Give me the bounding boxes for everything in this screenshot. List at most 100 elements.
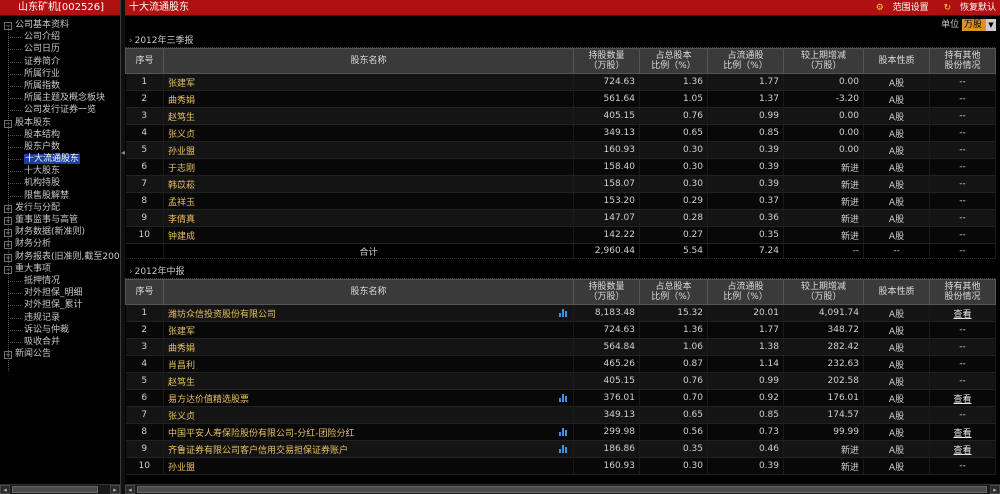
bar-chart-icon[interactable] bbox=[559, 428, 567, 436]
tree-item-top10-float-holders[interactable]: 十大流通股东 bbox=[0, 153, 120, 165]
cell-other-holdings[interactable]: 查看 bbox=[929, 389, 996, 407]
table-row[interactable]: 4 肖昌利 465.26 0.87 1.14 232.63 A股 -- bbox=[125, 355, 996, 373]
table-row[interactable]: 5 孙业盟 160.93 0.30 0.39 0.00 A股 -- bbox=[125, 141, 996, 159]
tree-item-shareholder-count[interactable]: 股东户数 bbox=[0, 141, 120, 153]
table-row[interactable]: 6 于志刚 158.40 0.30 0.39 新进 A股 -- bbox=[125, 158, 996, 176]
table-row[interactable]: 1 张建军 724.63 1.36 1.77 0.00 A股 -- bbox=[125, 73, 996, 91]
tree-group-issuance[interactable]: + 发行与分配 bbox=[0, 202, 120, 214]
col-share-nature-header[interactable]: 股本性质 bbox=[863, 48, 930, 74]
table-row[interactable]: 9 李倩真 147.07 0.28 0.36 新进 A股 -- bbox=[125, 209, 996, 227]
col-holder-name-header[interactable]: 股东名称 bbox=[163, 48, 574, 74]
cell-other-holdings[interactable]: 查看 bbox=[929, 423, 996, 441]
table-row[interactable]: 2 曲秀娟 561.64 1.05 1.37 -3.20 A股 -- bbox=[125, 90, 996, 108]
col-float-pct-header[interactable]: 占流通股 比例（%） bbox=[707, 48, 784, 74]
bar-chart-icon[interactable] bbox=[559, 445, 567, 453]
unit-dropdown[interactable]: 万股 bbox=[962, 18, 986, 31]
unit-selector: 单位 万股 ▼ bbox=[941, 18, 996, 32]
col-float-pct-header[interactable]: 占流通股 比例（%） bbox=[707, 279, 784, 305]
scroll-right-icon[interactable]: ▸ bbox=[990, 485, 1000, 494]
table-row[interactable]: 9 齐鲁证券有限公司客户信用交易担保证券账户 186.86 0.35 0.46 新进 A股查… bbox=[125, 440, 996, 458]
col-other-holdings-header[interactable]: 持有其他 股份情况 bbox=[929, 279, 996, 305]
tree-item-guarantee-detail[interactable]: 对外担保_明细 bbox=[0, 287, 120, 299]
cell-seq: 10 bbox=[125, 226, 164, 244]
tree-item-share-structure[interactable]: 股本结构 bbox=[0, 129, 120, 141]
tree-item-theme-concept[interactable]: 所属主题及概念板块 bbox=[0, 92, 120, 104]
tree-item-industry[interactable]: 所属行业 bbox=[0, 68, 120, 80]
table-row[interactable]: 10 钟建成 142.22 0.27 0.35 新进 A股 -- bbox=[125, 226, 996, 244]
tree-group-management[interactable]: + 董事监事与高管 bbox=[0, 214, 120, 226]
tree-item-top10-holders[interactable]: 十大股东 bbox=[0, 165, 120, 177]
col-seq-header[interactable]: 序号 bbox=[125, 48, 164, 74]
cell-other-holdings[interactable]: 查看 bbox=[929, 304, 996, 322]
main-horizontal-scrollbar[interactable]: ◂ ▸ bbox=[125, 484, 1000, 494]
collapse-arrow-icon[interactable]: › bbox=[129, 267, 133, 277]
tree-group-company-basic[interactable]: − 公司基本资料 bbox=[0, 19, 120, 31]
range-setting-button[interactable]: ⚙ 范围设置 bbox=[870, 3, 929, 13]
table-row[interactable]: 7 韩苡菘 158.07 0.30 0.39 新进 A股 -- bbox=[125, 175, 996, 193]
table-row[interactable]: 10 孙业盟 160.93 0.30 0.39 新进 A股 -- bbox=[125, 457, 996, 475]
tree-group-share-capital[interactable]: − 股本股东 bbox=[0, 117, 120, 129]
tree-group-major-events[interactable]: − 重大事项 bbox=[0, 263, 120, 275]
tree-item-company-calendar[interactable]: 公司日历 bbox=[0, 43, 120, 55]
col-total-pct-header[interactable]: 占总股本 比例（%） bbox=[639, 279, 708, 305]
table-row[interactable]: 8 中国平安人寿保险股份有限公司-分红-团险分红 299.98 0.56 0.73 99.… bbox=[125, 423, 996, 441]
tree-group-news[interactable]: + 新闻公告 bbox=[0, 348, 120, 360]
col-shares-header[interactable]: 持股数量 （万股） bbox=[573, 48, 640, 74]
restore-default-button[interactable]: ↻ 恢复默认 bbox=[938, 3, 996, 13]
table-row[interactable]: 3 赵笃生 405.15 0.76 0.99 0.00 A股 -- bbox=[125, 107, 996, 125]
tree-item-label: 对外担保_累计 bbox=[24, 300, 83, 311]
col-total-pct-header[interactable]: 占总股本 比例（%） bbox=[639, 48, 708, 74]
table-row[interactable]: 7 张义贞 349.13 0.65 0.85 174.57 A股 -- bbox=[125, 406, 996, 424]
expand-icon[interactable]: + bbox=[4, 351, 12, 360]
table-row[interactable]: 2 张建军 724.63 1.36 1.77 348.72 A股 -- bbox=[125, 321, 996, 339]
expand-icon[interactable]: + bbox=[4, 204, 12, 213]
scroll-right-icon[interactable]: ▸ bbox=[110, 485, 120, 494]
scroll-thumb[interactable] bbox=[12, 486, 98, 493]
collapse-icon[interactable]: − bbox=[4, 119, 12, 128]
chevron-down-icon[interactable]: ▼ bbox=[986, 18, 996, 31]
section-title[interactable]: › 2012年中报 bbox=[125, 265, 995, 279]
table-row[interactable]: 1 潍坊众信投资股份有限公司 8,183.48 15.32 20.01 4,091.74 A… bbox=[125, 304, 996, 322]
tree-item-institution-holding[interactable]: 机构持股 bbox=[0, 177, 120, 189]
table-row[interactable]: 8 孟祥玉 153.20 0.29 0.37 新进 A股 -- bbox=[125, 192, 996, 210]
expand-icon[interactable]: + bbox=[4, 253, 12, 262]
expand-icon[interactable]: + bbox=[4, 229, 12, 238]
collapse-arrow-icon[interactable]: › bbox=[129, 36, 133, 46]
col-other-holdings-header[interactable]: 持有其他 股份情况 bbox=[929, 48, 996, 74]
cell-other-holdings[interactable]: 查看 bbox=[929, 440, 996, 458]
col-seq-header[interactable]: 序号 bbox=[125, 279, 164, 305]
left-horizontal-scrollbar[interactable]: ◂ ▸ bbox=[0, 484, 120, 494]
collapse-icon[interactable]: − bbox=[4, 22, 12, 30]
table-row[interactable]: 5 赵笃生 405.15 0.76 0.99 202.58 A股 -- bbox=[125, 372, 996, 390]
tree-item-issued-securities[interactable]: 公司发行证券一览 bbox=[0, 104, 120, 116]
tree-group-financial-analysis[interactable]: + 财务分析 bbox=[0, 238, 120, 250]
bar-chart-icon[interactable] bbox=[559, 309, 567, 317]
tree-group-financial-data[interactable]: + 财务数据(新准则) bbox=[0, 226, 120, 238]
table-row[interactable]: 6 易方达价值精选股票 376.01 0.70 0.92 176.01 A股 查看 bbox=[125, 389, 996, 407]
expand-icon[interactable]: + bbox=[4, 241, 12, 250]
tree-item-violations[interactable]: 违规记录 bbox=[0, 312, 120, 324]
col-share-nature-header[interactable]: 股本性质 bbox=[863, 279, 930, 305]
scroll-left-icon[interactable]: ◂ bbox=[0, 485, 10, 494]
tree-item-security-brief[interactable]: 证券简介 bbox=[0, 56, 120, 68]
col-shares-header[interactable]: 持股数量 （万股） bbox=[573, 279, 640, 305]
col-change-header[interactable]: 较上期增减 （万股） bbox=[783, 279, 864, 305]
scroll-left-icon[interactable]: ◂ bbox=[125, 485, 135, 494]
tree-item-index[interactable]: 所属指数 bbox=[0, 80, 120, 92]
table-row[interactable]: 4 张义贞 349.13 0.65 0.85 0.00 A股 -- bbox=[125, 124, 996, 142]
bar-chart-icon[interactable] bbox=[559, 394, 567, 402]
tree-item-company-intro[interactable]: 公司介绍 bbox=[0, 31, 120, 43]
tree-group-financial-statements-old[interactable]: +财务报表(旧准则,截至2006年) bbox=[0, 251, 120, 263]
scroll-thumb[interactable] bbox=[137, 486, 987, 493]
tree-item-guarantee-cumulative[interactable]: 对外担保_累计 bbox=[0, 299, 120, 311]
collapse-icon[interactable]: − bbox=[4, 265, 12, 274]
tree-item-merger[interactable]: 吸收合并 bbox=[0, 336, 120, 348]
expand-icon[interactable]: + bbox=[4, 217, 12, 225]
section-title[interactable]: › 2012年三季报 bbox=[125, 34, 995, 48]
table-row[interactable]: 3 曲秀娟 564.84 1.06 1.38 282.42 A股 -- bbox=[125, 338, 996, 356]
tree-item-litigation[interactable]: 诉讼与仲裁 bbox=[0, 324, 120, 336]
col-change-header[interactable]: 较上期增减 （万股） bbox=[783, 48, 864, 74]
col-holder-name-header[interactable]: 股东名称 bbox=[163, 279, 574, 305]
tree-item-mortgage[interactable]: 抵押情况 bbox=[0, 275, 120, 287]
tree-item-lockup-release[interactable]: 限售股解禁 bbox=[0, 190, 120, 202]
